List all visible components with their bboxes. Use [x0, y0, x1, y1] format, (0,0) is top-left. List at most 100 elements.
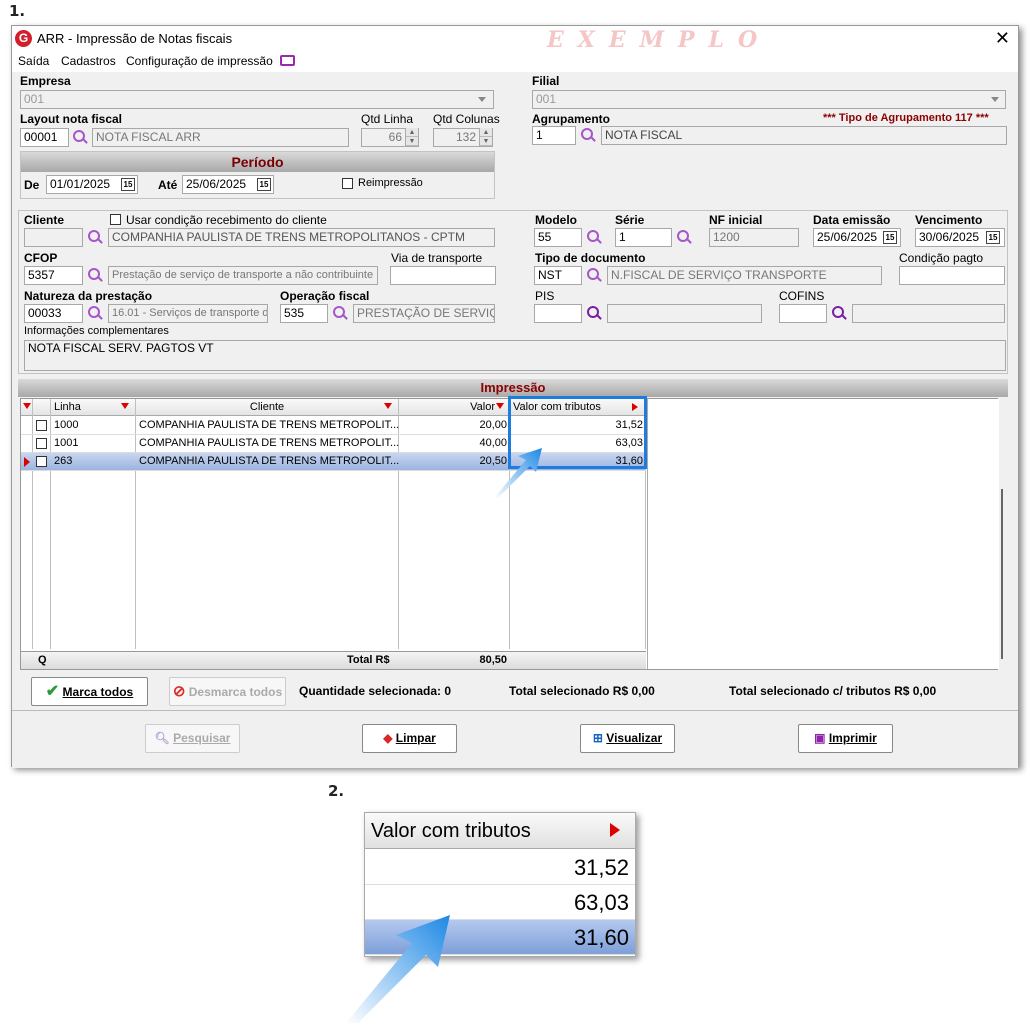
cfop-desc-field: Prestação de serviço de transporte a não…: [108, 266, 378, 285]
cofins-input[interactable]: [779, 304, 827, 323]
current-row-arrow-icon: [24, 457, 30, 467]
grid-scrollbar[interactable]: [1001, 489, 1003, 659]
impressao-title: Impressão: [18, 379, 1008, 397]
limpar-button[interactable]: ◆ Limpar: [362, 724, 457, 753]
agrupamento-code-input[interactable]: 1: [532, 126, 576, 145]
agrupamento-label: Agrupamento: [532, 112, 610, 126]
visualizar-button[interactable]: ⊞ Visualizar: [580, 724, 675, 753]
row-checkbox[interactable]: [36, 420, 47, 431]
row-cliente: COMPANHIA PAULISTA DE TRENS METROPOLIT..…: [139, 437, 399, 449]
operacao-fiscal-label: Operação fiscal: [280, 289, 370, 303]
qtd-colunas-spinner[interactable]: ▲ ▼: [479, 128, 492, 147]
menu-cadastros[interactable]: Cadastros: [61, 54, 116, 68]
layout-search-icon[interactable]: [73, 130, 88, 145]
nf-inicial-input[interactable]: 1200: [709, 228, 799, 247]
filial-chevron-down-icon[interactable]: [991, 97, 999, 102]
cofins-desc-field: [852, 304, 1005, 323]
tipo-documento-label: Tipo de documento: [535, 251, 646, 265]
serie-search-icon[interactable]: [677, 230, 692, 245]
cofins-label: COFINS: [779, 289, 825, 303]
via-transporte-label: Via de transporte: [391, 251, 483, 265]
qtd-linha-label: Qtd Linha: [361, 112, 414, 126]
usar-condicao-checkbox[interactable]: [110, 214, 121, 225]
menu-bar: Saída Cadastros Configuração de impressã…: [12, 52, 1018, 72]
step-2-label: 2.: [328, 782, 345, 800]
operacao-fiscal-search-icon[interactable]: [333, 306, 348, 321]
natureza-search-icon[interactable]: [88, 306, 103, 321]
zoom-header: Valor com tributos: [365, 813, 635, 849]
filial-select[interactable]: 001: [532, 90, 1006, 109]
calendar-emissao-icon[interactable]: 15: [883, 231, 897, 244]
row-checkbox[interactable]: [36, 456, 47, 467]
cfop-code-input[interactable]: 5357: [24, 266, 83, 285]
cfop-search-icon[interactable]: [88, 268, 103, 283]
calendar-de-icon[interactable]: 15: [121, 178, 135, 191]
grid-footer-total-label: Total R$: [347, 654, 390, 666]
layout-label: Layout nota fiscal: [20, 112, 123, 126]
condicao-pagto-input[interactable]: [899, 266, 1005, 285]
total-selecionado: Total selecionado R$ 0,00: [509, 684, 655, 698]
footer-bar: 🔍︎ Pesquisar ◆ Limpar ⊞ Visualizar ▣ Imp…: [12, 710, 1018, 768]
eraser-icon: ◆: [383, 731, 393, 745]
zoom-row: 31,52: [365, 850, 635, 885]
agrupamento-search-icon[interactable]: [581, 128, 596, 143]
periodo-title: Período: [21, 152, 494, 172]
tipo-documento-code-input[interactable]: NST: [534, 266, 582, 285]
modelo-input[interactable]: 55: [534, 228, 582, 247]
sort-arrow-icon: [610, 823, 620, 837]
desmarca-todos-button[interactable]: ⊘ Desmarca todos: [169, 677, 286, 706]
natureza-code-input[interactable]: 00033: [24, 304, 83, 323]
quantidade-selecionada: Quantidade selecionada: 0: [299, 684, 452, 698]
close-icon[interactable]: ✕: [995, 28, 1010, 49]
imprimir-button[interactable]: ▣ Imprimir: [798, 724, 893, 753]
operacao-fiscal-code-input[interactable]: 535: [280, 304, 328, 323]
pesquisar-button[interactable]: 🔍︎ Pesquisar: [145, 724, 240, 753]
cofins-search-icon[interactable]: [832, 306, 847, 321]
calendar-ate-icon[interactable]: 15: [257, 178, 271, 191]
visualizar-label: Visualizar: [606, 731, 663, 745]
tipo-agrupamento-note: *** Tipo de Agrupamento 117 ***: [823, 112, 989, 124]
imprimir-label: Imprimir: [828, 731, 877, 745]
vencimento-label: Vencimento: [915, 213, 983, 227]
layout-code-input[interactable]: 00001: [20, 128, 69, 147]
agrupamento-name-field: NOTA FISCAL: [601, 126, 1007, 145]
serie-input[interactable]: 1: [615, 228, 672, 247]
marca-todos-label: Marca todos: [62, 685, 134, 699]
ate-label: Até: [158, 178, 178, 192]
layout-name-field: NOTA FISCAL ARR: [92, 128, 349, 147]
empresa-label: Empresa: [20, 74, 71, 88]
info-complementares-textarea[interactable]: NOTA FISCAL SERV. PAGTOS VT: [24, 340, 1006, 371]
prohibited-icon: ⊘: [172, 683, 186, 700]
qtd-linha-spinner[interactable]: ▲ ▼: [405, 128, 418, 147]
app-logo-icon: G: [15, 30, 32, 47]
grid-footer-total: 80,50: [479, 654, 507, 666]
title-bar: G ARR - Impressão de Notas fiscais EXEMP…: [12, 26, 1018, 53]
row-checkbox[interactable]: [36, 438, 47, 449]
nf-inicial-label: NF inicial: [709, 213, 763, 227]
row-linha: 1000: [54, 419, 79, 431]
calendar-vencimento-icon[interactable]: 15: [986, 231, 1000, 244]
zoom-pointer-arrow-icon: [346, 915, 450, 1023]
pis-search-icon[interactable]: [587, 306, 602, 321]
tipo-documento-search-icon[interactable]: [587, 268, 602, 283]
cliente-code-input[interactable]: [24, 228, 83, 247]
empresa-chevron-down-icon[interactable]: [478, 97, 486, 102]
menu-config-impressao[interactable]: Configuração de impressão: [126, 54, 273, 68]
example-watermark: EXEMPLO: [547, 27, 772, 53]
reimpressao-checkbox[interactable]: [342, 178, 353, 189]
qtd-colunas-label: Qtd Colunas: [433, 112, 500, 126]
modelo-search-icon[interactable]: [587, 230, 602, 245]
desmarca-todos-label: Desmarca todos: [188, 685, 283, 699]
natureza-desc-field: 16.01 - Serviços de transporte de: [108, 304, 268, 323]
cliente-search-icon[interactable]: [88, 230, 103, 245]
via-transporte-input[interactable]: [390, 266, 496, 285]
search-icon: 🔍︎: [154, 731, 170, 745]
menu-saida[interactable]: Saída: [18, 54, 49, 68]
empresa-select[interactable]: 001: [20, 90, 494, 109]
zoom-header-text: Valor com tributos: [371, 820, 531, 842]
monitor-icon[interactable]: [280, 55, 295, 66]
marca-todos-button[interactable]: ✔ Marca todos: [31, 677, 148, 706]
usar-condicao-label: Usar condição recebimento do cliente: [126, 213, 327, 227]
check-icon: ✔: [45, 683, 60, 700]
pis-input[interactable]: [534, 304, 582, 323]
